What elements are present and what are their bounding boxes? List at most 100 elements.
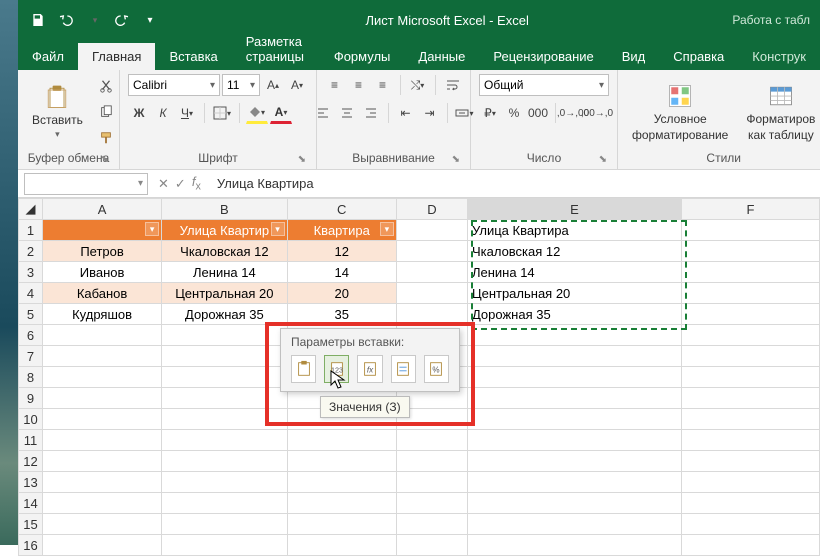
cell[interactable]: Иванов — [42, 262, 161, 283]
grow-font-icon[interactable]: A▴ — [262, 74, 284, 96]
col-header-b[interactable]: B — [162, 199, 287, 220]
cell[interactable]: 12 — [287, 241, 396, 262]
tab-help[interactable]: Справка — [659, 43, 738, 70]
qat-customize-icon[interactable]: ▾ — [138, 8, 162, 32]
cell[interactable]: Кудряшов — [42, 304, 161, 325]
cell[interactable]: Дорожная 35 — [162, 304, 287, 325]
underline-button[interactable]: Ч▾ — [176, 102, 198, 124]
font-name-combo[interactable]: Calibri — [128, 74, 220, 96]
paste-values-icon[interactable]: 123 — [324, 355, 349, 383]
tab-data[interactable]: Данные — [404, 43, 479, 70]
borders-icon[interactable]: ▾ — [211, 102, 233, 124]
row-header[interactable]: 16 — [19, 535, 43, 556]
tab-table-design[interactable]: Конструк — [738, 43, 820, 70]
col-header-a[interactable]: A — [42, 199, 161, 220]
row-header[interactable]: 13 — [19, 472, 43, 493]
filter-icon[interactable]: ▾ — [145, 222, 159, 236]
col-header-f[interactable]: F — [681, 199, 819, 220]
tab-view[interactable]: Вид — [608, 43, 660, 70]
tab-insert[interactable]: Вставка — [155, 43, 231, 70]
row-header[interactable]: 3 — [19, 262, 43, 283]
row-header[interactable]: 5 — [19, 304, 43, 325]
col-header-c[interactable]: C — [287, 199, 396, 220]
shrink-font-icon[interactable]: A▾ — [286, 74, 308, 96]
number-format-combo[interactable]: Общий — [479, 74, 609, 96]
percent-format-icon[interactable]: % — [503, 102, 525, 124]
filter-icon[interactable]: ▾ — [380, 222, 394, 236]
cell[interactable]: Ленина 14 — [162, 262, 287, 283]
row-header[interactable]: 15 — [19, 514, 43, 535]
font-color-icon[interactable]: A▾ — [270, 102, 292, 124]
row-header[interactable]: 10 — [19, 409, 43, 430]
align-left-icon[interactable] — [312, 102, 334, 124]
cell[interactable] — [681, 220, 819, 241]
fill-color-icon[interactable]: ▾ — [246, 102, 268, 124]
alignment-dialog-launcher-icon[interactable]: ⬊ — [452, 154, 460, 165]
decrease-indent-icon[interactable]: ⇤ — [395, 102, 417, 124]
accounting-format-icon[interactable]: ₽▾ — [479, 102, 501, 124]
cancel-formula-icon[interactable]: ✕ — [158, 176, 169, 192]
cell[interactable]: Ленина 14 — [467, 262, 681, 283]
tab-formulas[interactable]: Формулы — [320, 43, 405, 70]
tab-home[interactable]: Главная — [78, 43, 155, 70]
enter-formula-icon[interactable]: ✓ — [175, 176, 186, 192]
fx-icon[interactable]: fx — [192, 174, 201, 193]
tab-file[interactable]: Файл — [18, 43, 78, 70]
row-header[interactable]: 9 — [19, 388, 43, 409]
cell[interactable]: Петров — [42, 241, 161, 262]
comma-format-icon[interactable]: 000 — [527, 102, 549, 124]
row-header[interactable]: 11 — [19, 430, 43, 451]
row-header[interactable]: 6 — [19, 325, 43, 346]
cell[interactable]: Центральная 20 — [162, 283, 287, 304]
align-right-icon[interactable] — [360, 102, 382, 124]
font-size-combo[interactable]: 11 — [222, 74, 260, 96]
row-header[interactable]: 4 — [19, 283, 43, 304]
format-as-table-button[interactable]: Форматиров как таблицу — [740, 78, 820, 146]
conditional-formatting-button[interactable]: Условное форматирование — [626, 78, 734, 146]
align-bottom-icon[interactable]: ≡ — [372, 74, 394, 96]
cell[interactable]: 35 — [287, 304, 396, 325]
orientation-icon[interactable]: ⤭▾ — [407, 74, 429, 96]
clipboard-dialog-launcher-icon[interactable]: ⬊ — [101, 154, 109, 165]
font-dialog-launcher-icon[interactable]: ⬊ — [298, 154, 306, 165]
row-header[interactable]: 7 — [19, 346, 43, 367]
cell[interactable] — [396, 241, 467, 262]
align-middle-icon[interactable]: ≡ — [348, 74, 370, 96]
table-header-c[interactable]: Квартира▾ — [287, 220, 396, 241]
wrap-text-icon[interactable] — [442, 74, 464, 96]
formula-input[interactable]: Улица Квартира — [211, 176, 820, 191]
cut-icon[interactable] — [95, 75, 117, 97]
cell[interactable] — [681, 304, 819, 325]
cell[interactable]: Чкаловская 12 — [467, 241, 681, 262]
format-painter-icon[interactable] — [95, 127, 117, 149]
name-box[interactable]: ▾ — [24, 173, 148, 195]
row-header[interactable]: 1 — [19, 220, 43, 241]
cell[interactable] — [681, 283, 819, 304]
cell[interactable] — [396, 283, 467, 304]
paste-formatting-icon[interactable]: % — [424, 355, 449, 383]
tab-review[interactable]: Рецензирование — [479, 43, 607, 70]
row-header[interactable]: 2 — [19, 241, 43, 262]
paste-formulas-icon[interactable]: fx — [357, 355, 382, 383]
select-all-corner[interactable]: ◢ — [19, 199, 43, 220]
align-top-icon[interactable]: ≡ — [324, 74, 346, 96]
col-header-d[interactable]: D — [396, 199, 467, 220]
cell[interactable] — [396, 304, 467, 325]
save-icon[interactable] — [26, 8, 50, 32]
row-header[interactable]: 12 — [19, 451, 43, 472]
paste-transpose-icon[interactable] — [391, 355, 416, 383]
row-header[interactable]: 8 — [19, 367, 43, 388]
table-header-b[interactable]: Улица Квартир▾ — [162, 220, 287, 241]
col-header-e[interactable]: E — [467, 199, 681, 220]
bold-button[interactable]: Ж — [128, 102, 150, 124]
tab-page-layout[interactable]: Разметка страницы — [232, 28, 320, 70]
paste-button[interactable]: Вставить ▾ — [26, 79, 89, 144]
cell[interactable]: Дорожная 35 — [467, 304, 681, 325]
paste-all-icon[interactable] — [291, 355, 316, 383]
copy-icon[interactable] — [95, 101, 117, 123]
redo-icon[interactable] — [110, 8, 134, 32]
cell[interactable] — [681, 262, 819, 283]
table-header-a[interactable]: ▾ — [42, 220, 161, 241]
filter-icon[interactable]: ▾ — [271, 222, 285, 236]
cell[interactable]: Центральная 20 — [467, 283, 681, 304]
